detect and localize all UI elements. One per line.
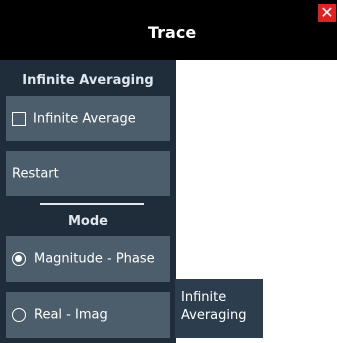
infinite-average-checkbox-button[interactable]: Infinite Average bbox=[6, 96, 170, 141]
radio-unselected-icon[interactable] bbox=[12, 308, 26, 322]
dialog-title: Trace bbox=[148, 23, 197, 42]
magnitude-phase-label: Magnitude - Phase bbox=[34, 251, 155, 267]
radio-selected-icon[interactable] bbox=[12, 252, 26, 266]
infinite-average-label: Infinite Average bbox=[33, 111, 136, 126]
tooltip-line-2: Averaging bbox=[181, 308, 247, 323]
dialog-title-bar: Trace ✕ bbox=[0, 0, 337, 60]
tooltip: Infinite Averaging bbox=[175, 279, 263, 338]
magnitude-phase-radio-button[interactable]: Magnitude - Phase bbox=[6, 236, 170, 282]
real-imag-radio-button[interactable]: Real - Imag bbox=[6, 292, 170, 338]
real-imag-label: Real - Imag bbox=[34, 307, 108, 323]
close-icon[interactable]: ✕ bbox=[318, 4, 336, 22]
checkbox-icon[interactable] bbox=[12, 111, 26, 126]
section-divider bbox=[40, 203, 144, 205]
restart-label: Restart bbox=[12, 166, 59, 181]
section-label-infinite-averaging: Infinite Averaging bbox=[22, 73, 154, 88]
section-label-mode: Mode bbox=[68, 214, 108, 229]
restart-button[interactable]: Restart bbox=[6, 151, 170, 196]
trace-panel: Infinite Averaging Infinite Average Rest… bbox=[0, 60, 176, 343]
tooltip-line-1: Infinite bbox=[181, 290, 227, 305]
